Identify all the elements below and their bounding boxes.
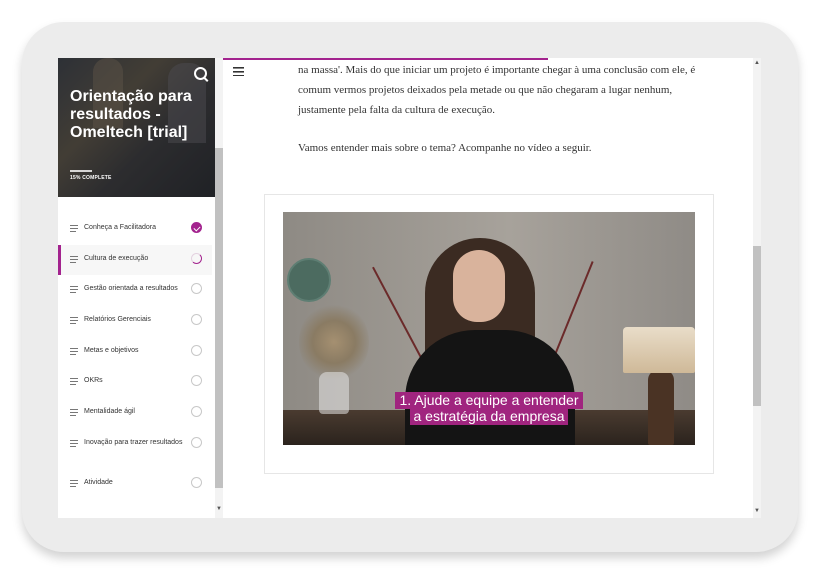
lesson-list-icon (70, 317, 78, 325)
check-icon (191, 222, 202, 233)
lesson-item-inovacao[interactable]: Inovação para trazer resultados (58, 429, 212, 469)
lesson-list-icon (70, 225, 78, 232)
sidebar-scrollbar-thumb[interactable] (215, 148, 223, 488)
status-circle-icon (191, 406, 202, 418)
lesson-list-icon (70, 255, 78, 263)
lesson-list: Conheça a Facilitadora Cultura de execuç… (58, 214, 212, 500)
status-circle-icon (191, 314, 202, 326)
lesson-list-icon (70, 479, 78, 487)
lesson-paragraph: Vamos entender mais sobre o tema? Acompa… (298, 142, 592, 154)
status-circle-icon (191, 283, 202, 295)
video-caption-line: a estratégia da empresa (409, 408, 569, 425)
lesson-label: Atividade (84, 478, 113, 486)
app-screen: Orientação para resultados - Omeltech [t… (58, 58, 761, 518)
lesson-content: na massa'. Mais do que iniciar um projet… (223, 58, 761, 518)
progress-ring-icon (191, 252, 202, 264)
lesson-label: Conheça a Facilitadora (84, 224, 156, 231)
status-circle-icon (191, 476, 202, 488)
lesson-item-atividade[interactable]: Atividade (58, 469, 212, 500)
video-player[interactable]: 1. Ajude a equipe a entender a estratégi… (283, 212, 695, 445)
scroll-down-arrow-icon[interactable]: ▼ (754, 508, 760, 514)
lesson-list-icon (70, 409, 78, 417)
lesson-list-icon (70, 286, 78, 294)
lesson-item-conheca-a-facilitadora[interactable]: Conheça a Facilitadora (58, 214, 212, 245)
course-sidebar: Orientação para resultados - Omeltech [t… (58, 58, 216, 518)
course-hero-image: Orientação para resultados - Omeltech [t… (58, 58, 215, 197)
lesson-item-okrs[interactable]: OKRs (58, 367, 212, 398)
lesson-item-gestao-orientada[interactable]: Gestão orientada a resultados (58, 275, 212, 306)
scroll-up-arrow-icon[interactable]: ▲ (754, 60, 760, 66)
search-icon[interactable] (194, 67, 207, 80)
lesson-item-metas-e-objetivos[interactable]: Metas e objetivos (58, 337, 212, 368)
lesson-list-icon (70, 378, 78, 386)
status-circle-icon (191, 436, 202, 448)
video-card: 1. Ajude a equipe a entender a estratégi… (264, 194, 714, 474)
lesson-list-icon (70, 439, 78, 447)
lesson-label: Gestão orientada a resultados (84, 285, 178, 293)
course-progress-bar (70, 170, 92, 172)
lesson-label: Inovação para trazer resultados (84, 438, 183, 446)
lesson-item-cultura-de-execucao[interactable]: Cultura de execução (58, 244, 212, 276)
wall-clock-decor (287, 258, 331, 302)
lesson-item-mentalidade-agil[interactable]: Mentalidade ágil (58, 398, 212, 429)
lesson-paragraph: na massa'. Mais do que iniciar um projet… (298, 64, 696, 116)
status-circle-icon (191, 375, 202, 387)
status-circle-icon (191, 344, 202, 356)
course-progress-label: 15% COMPLETE (70, 175, 112, 181)
lesson-label: Relatórios Gerenciais (84, 316, 151, 324)
menu-icon[interactable] (233, 67, 244, 76)
lesson-label: Cultura de execução (84, 254, 149, 262)
lesson-item-relatorios-gerenciais[interactable]: Relatórios Gerenciais (58, 306, 212, 337)
content-scrollbar-thumb[interactable] (753, 246, 761, 406)
lesson-label: Mentalidade ágil (84, 408, 135, 416)
lesson-label: Metas e objetivos (84, 346, 139, 354)
course-title: Orientação para resultados - Omeltech [t… (70, 88, 192, 141)
scroll-down-arrow-icon[interactable]: ▼ (216, 506, 222, 512)
video-caption-line: 1. Ajude a equipe a entender (395, 392, 583, 409)
lesson-list-icon (70, 347, 78, 355)
lesson-label: OKRs (84, 377, 103, 385)
